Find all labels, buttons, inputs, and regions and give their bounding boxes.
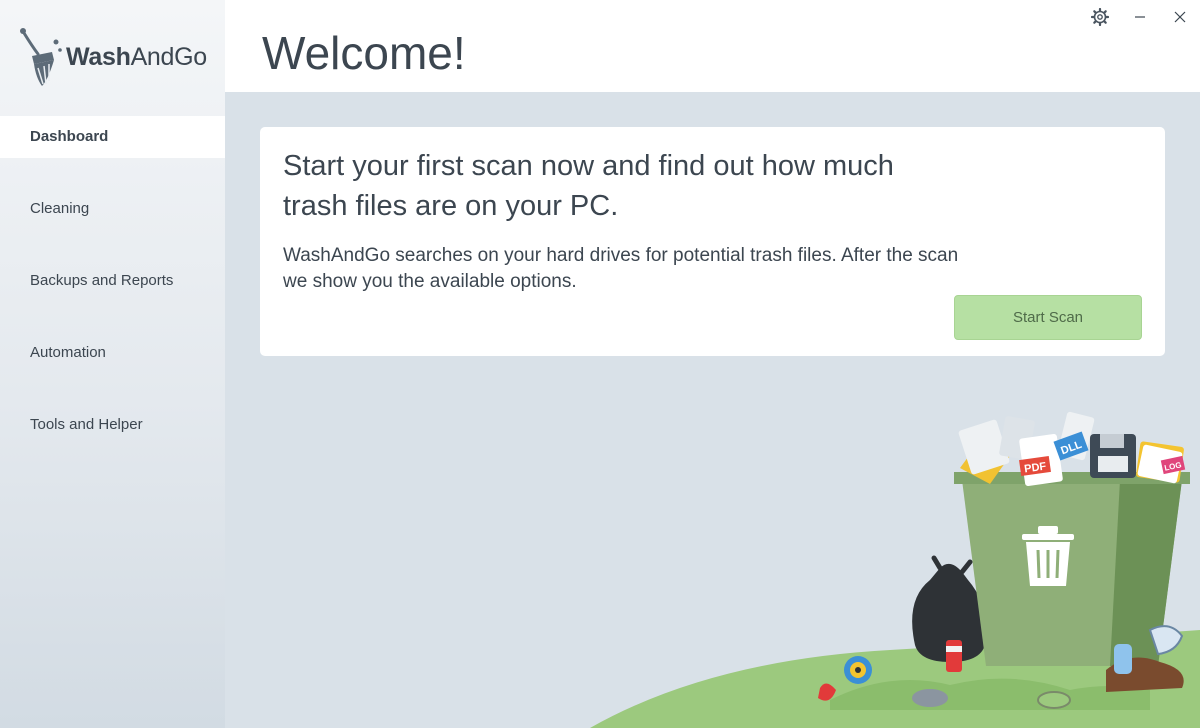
header: Welcome!	[225, 0, 1200, 92]
close-button[interactable]	[1168, 6, 1192, 28]
page-title: Welcome!	[262, 27, 466, 79]
scan-card-description: WashAndGo searches on your hard drives f…	[283, 245, 959, 292]
scan-card: Start your first scan now and find out h…	[260, 127, 1165, 356]
sidebar-item-automation[interactable]: Automation	[0, 332, 225, 374]
app-logo: WashAndGo	[18, 26, 207, 88]
settings-button[interactable]	[1088, 6, 1112, 28]
sidebar: WashAndGo Dashboard Cleaning Backups and…	[0, 0, 225, 728]
minimize-button[interactable]	[1128, 6, 1152, 28]
minimize-icon	[1135, 16, 1145, 18]
app-logo-text: WashAndGo	[66, 42, 207, 71]
broom-icon	[20, 28, 62, 86]
close-icon	[1174, 11, 1186, 23]
scan-card-heading: Start your first scan now and find out h…	[283, 150, 894, 222]
start-scan-button[interactable]: Start Scan	[954, 295, 1142, 340]
sidebar-item-dashboard[interactable]: Dashboard	[0, 116, 225, 158]
gear-icon	[1091, 8, 1109, 26]
sidebar-nav: Dashboard Cleaning Backups and Reports A…	[0, 116, 225, 476]
sidebar-item-backups-and-reports[interactable]: Backups and Reports	[0, 260, 225, 302]
sidebar-item-cleaning[interactable]: Cleaning	[0, 188, 225, 230]
sidebar-item-tools-and-helper[interactable]: Tools and Helper	[0, 404, 225, 446]
trash-can-illustration: PDF DLL LOG	[590, 411, 1200, 728]
